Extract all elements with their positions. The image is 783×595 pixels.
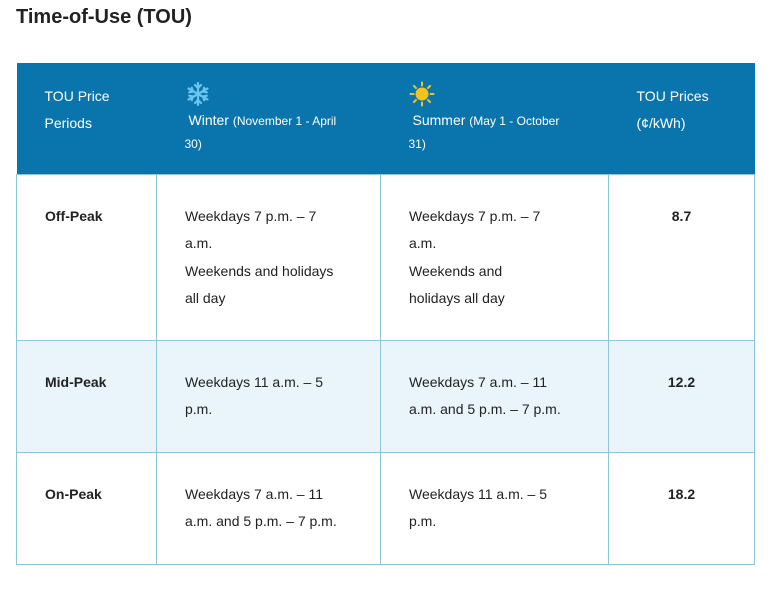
header-price-periods-line: TOU Price [44, 88, 110, 104]
snowflake-icon [186, 81, 209, 107]
winter-dates: (November 1 - April [232, 114, 337, 128]
schedule-line: Weekdays 11 a.m. – 5 [185, 373, 323, 390]
winter-name: Winter [188, 112, 229, 128]
price-value: 12.2 [608, 339, 755, 453]
sun-icon [409, 81, 434, 107]
summer-schedule: Weekdays 7 p.m. – 7 a.m. Weekends and ho… [380, 173, 609, 341]
winter-schedule: Weekdays 11 a.m. – 5 p.m. [156, 339, 381, 453]
schedule-line: Weekdays 7 a.m. – 11 [409, 373, 547, 390]
price-value: 18.2 [608, 451, 755, 565]
schedule-line: Weekdays 7 a.m. – 11 [185, 485, 323, 502]
summer-label-line: Summer (May 1 - October [409, 109, 599, 133]
period-name: Off-Peak [16, 173, 157, 341]
schedule-line: Weekdays 11 a.m. – 5 [409, 485, 547, 502]
schedule-line: p.m. [409, 513, 437, 529]
header-summer: Summer (May 1 - October 31) [381, 63, 609, 174]
header-price-periods: TOU Price Periods [17, 63, 157, 174]
schedule-line: p.m. [185, 401, 213, 417]
summer-dates: (May 1 - October [469, 114, 560, 128]
summer-schedule: Weekdays 7 a.m. – 11 a.m. and 5 p.m. – 7… [380, 339, 609, 453]
schedule-line: Weekends and holidays [185, 262, 334, 279]
table-row-off-peak: Off-Peak Weekdays 7 p.m. – 7 a.m. Weeken… [16, 173, 755, 341]
schedule-line: all day [185, 290, 226, 306]
summer-name: Summer [412, 112, 466, 128]
schedule-line: a.m. and 5 p.m. – 7 p.m. [185, 513, 337, 529]
tou-price-table: TOU Price Periods Winter (November 1 - A… [16, 63, 755, 565]
winter-dates-cont: 30) [184, 137, 202, 151]
price-value: 8.7 [608, 173, 755, 341]
table-row-mid-peak: Mid-Peak Weekdays 11 a.m. – 5 p.m. Weekd… [16, 339, 755, 453]
header-tou-prices: TOU Prices (¢/kWh) [609, 63, 755, 174]
winter-schedule: Weekdays 7 p.m. – 7 a.m. Weekends and ho… [156, 173, 381, 341]
table-header-row: TOU Price Periods Winter (November 1 - A… [16, 63, 755, 174]
period-name: Mid-Peak [16, 339, 157, 453]
table-row-on-peak: On-Peak Weekdays 7 a.m. – 11 a.m. and 5 … [16, 451, 755, 565]
summer-schedule: Weekdays 11 a.m. – 5 p.m. [380, 451, 609, 565]
period-name: On-Peak [16, 451, 157, 565]
winter-schedule: Weekdays 7 a.m. – 11 a.m. and 5 p.m. – 7… [156, 451, 381, 565]
header-tou-prices-line: TOU Prices [636, 88, 709, 104]
summer-dates-cont: 31) [408, 137, 426, 151]
winter-label-line: Winter (November 1 - April [185, 109, 371, 133]
schedule-line: Weekdays 7 p.m. – 7 [185, 207, 317, 224]
page-title: Time-of-Use (TOU) [16, 6, 192, 28]
schedule-line: a.m. [185, 235, 213, 251]
schedule-line: Weekends and [409, 262, 503, 279]
header-price-periods-line: Periods [44, 115, 92, 131]
schedule-line: a.m. and 5 p.m. – 7 p.m. [409, 401, 561, 417]
schedule-line: a.m. [409, 235, 437, 251]
header-tou-prices-unit: (¢/kWh) [636, 115, 686, 131]
header-winter: Winter (November 1 - April 30) [157, 63, 381, 174]
schedule-line: Weekdays 7 p.m. – 7 [409, 207, 541, 224]
schedule-line: holidays all day [409, 290, 505, 306]
